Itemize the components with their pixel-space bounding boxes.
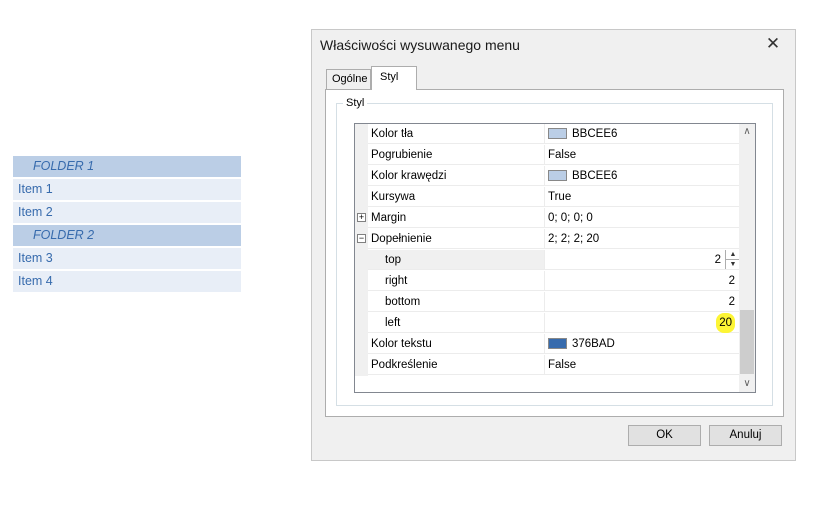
property-name: Margin [368,208,545,228]
menu-folder[interactable]: FOLDER 2 [13,225,241,246]
dialog-titlebar[interactable]: Właściwości wysuwanego menu ✕ [312,30,795,60]
property-value-text[interactable]: 2 [715,254,721,266]
tab-general[interactable]: Ogólne [326,69,371,89]
property-row[interactable]: right 2 [355,271,740,292]
property-value[interactable]: 376BAD [545,334,740,354]
property-name: Kolor tła [368,124,545,144]
properties-dialog: Właściwości wysuwanego menu ✕ Ogólne Sty… [311,29,796,461]
row-gutter [355,250,368,271]
property-grid[interactable]: Kolor tła BBCEE6 Pogrubienie False Kolor… [354,123,756,393]
property-name: bottom [368,292,545,312]
style-groupbox: Styl Kolor tła BBCEE6 Pogrubienie False [336,97,773,406]
property-name: left [368,313,545,333]
menu-item[interactable]: Item 4 [13,271,241,292]
stepper-down-icon[interactable]: ▼ [726,260,740,269]
property-value[interactable]: False [545,355,740,375]
property-row[interactable]: Kolor tekstu 376BAD [355,334,740,355]
ok-button[interactable]: OK [628,425,701,446]
scroll-up-icon[interactable]: ∧ [739,124,755,140]
property-row[interactable]: + Margin 0; 0; 0; 0 [355,208,740,229]
cancel-button[interactable]: Anuluj [709,425,782,446]
property-value[interactable]: 2 [545,292,740,312]
row-gutter [355,145,368,166]
property-value[interactable]: BBCEE6 [545,124,740,144]
property-name: Podkreślenie [368,355,545,375]
property-row[interactable]: Podkreślenie False [355,355,740,376]
property-row[interactable]: − Dopełnienie 2; 2; 2; 20 [355,229,740,250]
collapse-icon[interactable]: − [357,234,366,243]
menu-item[interactable]: Item 1 [13,179,241,200]
tab-panel-style: Styl Kolor tła BBCEE6 Pogrubienie False [325,89,784,417]
highlighted-value: 20 [716,313,735,333]
property-row[interactable]: left 20 [355,313,740,334]
property-value[interactable]: False [545,145,740,165]
property-name: Dopełnienie [368,229,545,249]
property-value-text: BBCEE6 [572,170,618,182]
property-value-text: 376BAD [572,338,615,350]
property-value[interactable]: True [545,187,740,207]
property-value[interactable]: 20 [545,313,740,333]
group-label: Styl [343,97,368,109]
color-swatch [548,128,567,139]
property-name: top [368,250,545,270]
property-row[interactable]: Pogrubienie False [355,145,740,166]
property-name: Kursywa [368,187,545,207]
row-gutter [355,124,368,145]
property-name: Kolor tekstu [368,334,545,354]
tab-style[interactable]: Styl [371,66,417,90]
property-value[interactable]: 2; 2; 2; 20 [545,229,740,249]
property-value-editor[interactable]: 2 ▲ ▼ [545,250,740,270]
expand-icon[interactable]: + [357,213,366,222]
menu-item[interactable]: Item 2 [13,202,241,223]
property-row-selected[interactable]: top 2 ▲ ▼ [355,250,740,271]
menu-preview: FOLDER 1 Item 1 Item 2 FOLDER 2 Item 3 I… [13,156,241,294]
close-icon[interactable]: ✕ [759,32,787,56]
vertical-scrollbar[interactable]: ∧ ∨ [739,124,755,392]
row-gutter [355,166,368,187]
scroll-thumb[interactable] [740,310,754,374]
property-value[interactable]: BBCEE6 [545,166,740,186]
color-swatch [548,170,567,181]
numeric-stepper[interactable]: ▲ ▼ [725,250,740,269]
dialog-title: Właściwości wysuwanego menu [320,37,520,53]
row-gutter [355,292,368,313]
stepper-up-icon[interactable]: ▲ [726,250,740,260]
property-row[interactable]: bottom 2 [355,292,740,313]
property-name: Pogrubienie [368,145,545,165]
row-gutter [355,355,368,376]
property-name: Kolor krawędzi [368,166,545,186]
property-value[interactable]: 2 [545,271,740,291]
row-gutter [355,313,368,334]
color-swatch [548,338,567,349]
menu-folder[interactable]: FOLDER 1 [13,156,241,177]
row-gutter [355,334,368,355]
property-value-text: BBCEE6 [572,128,618,140]
row-gutter: + [355,208,368,229]
property-row[interactable]: Kolor krawędzi BBCEE6 [355,166,740,187]
property-row[interactable]: Kolor tła BBCEE6 [355,124,740,145]
property-row[interactable]: Kursywa True [355,187,740,208]
menu-item[interactable]: Item 3 [13,248,241,269]
scroll-down-icon[interactable]: ∨ [739,376,755,392]
row-gutter: − [355,229,368,250]
property-value[interactable]: 0; 0; 0; 0 [545,208,740,228]
property-name: right [368,271,545,291]
row-gutter [355,187,368,208]
row-gutter [355,271,368,292]
